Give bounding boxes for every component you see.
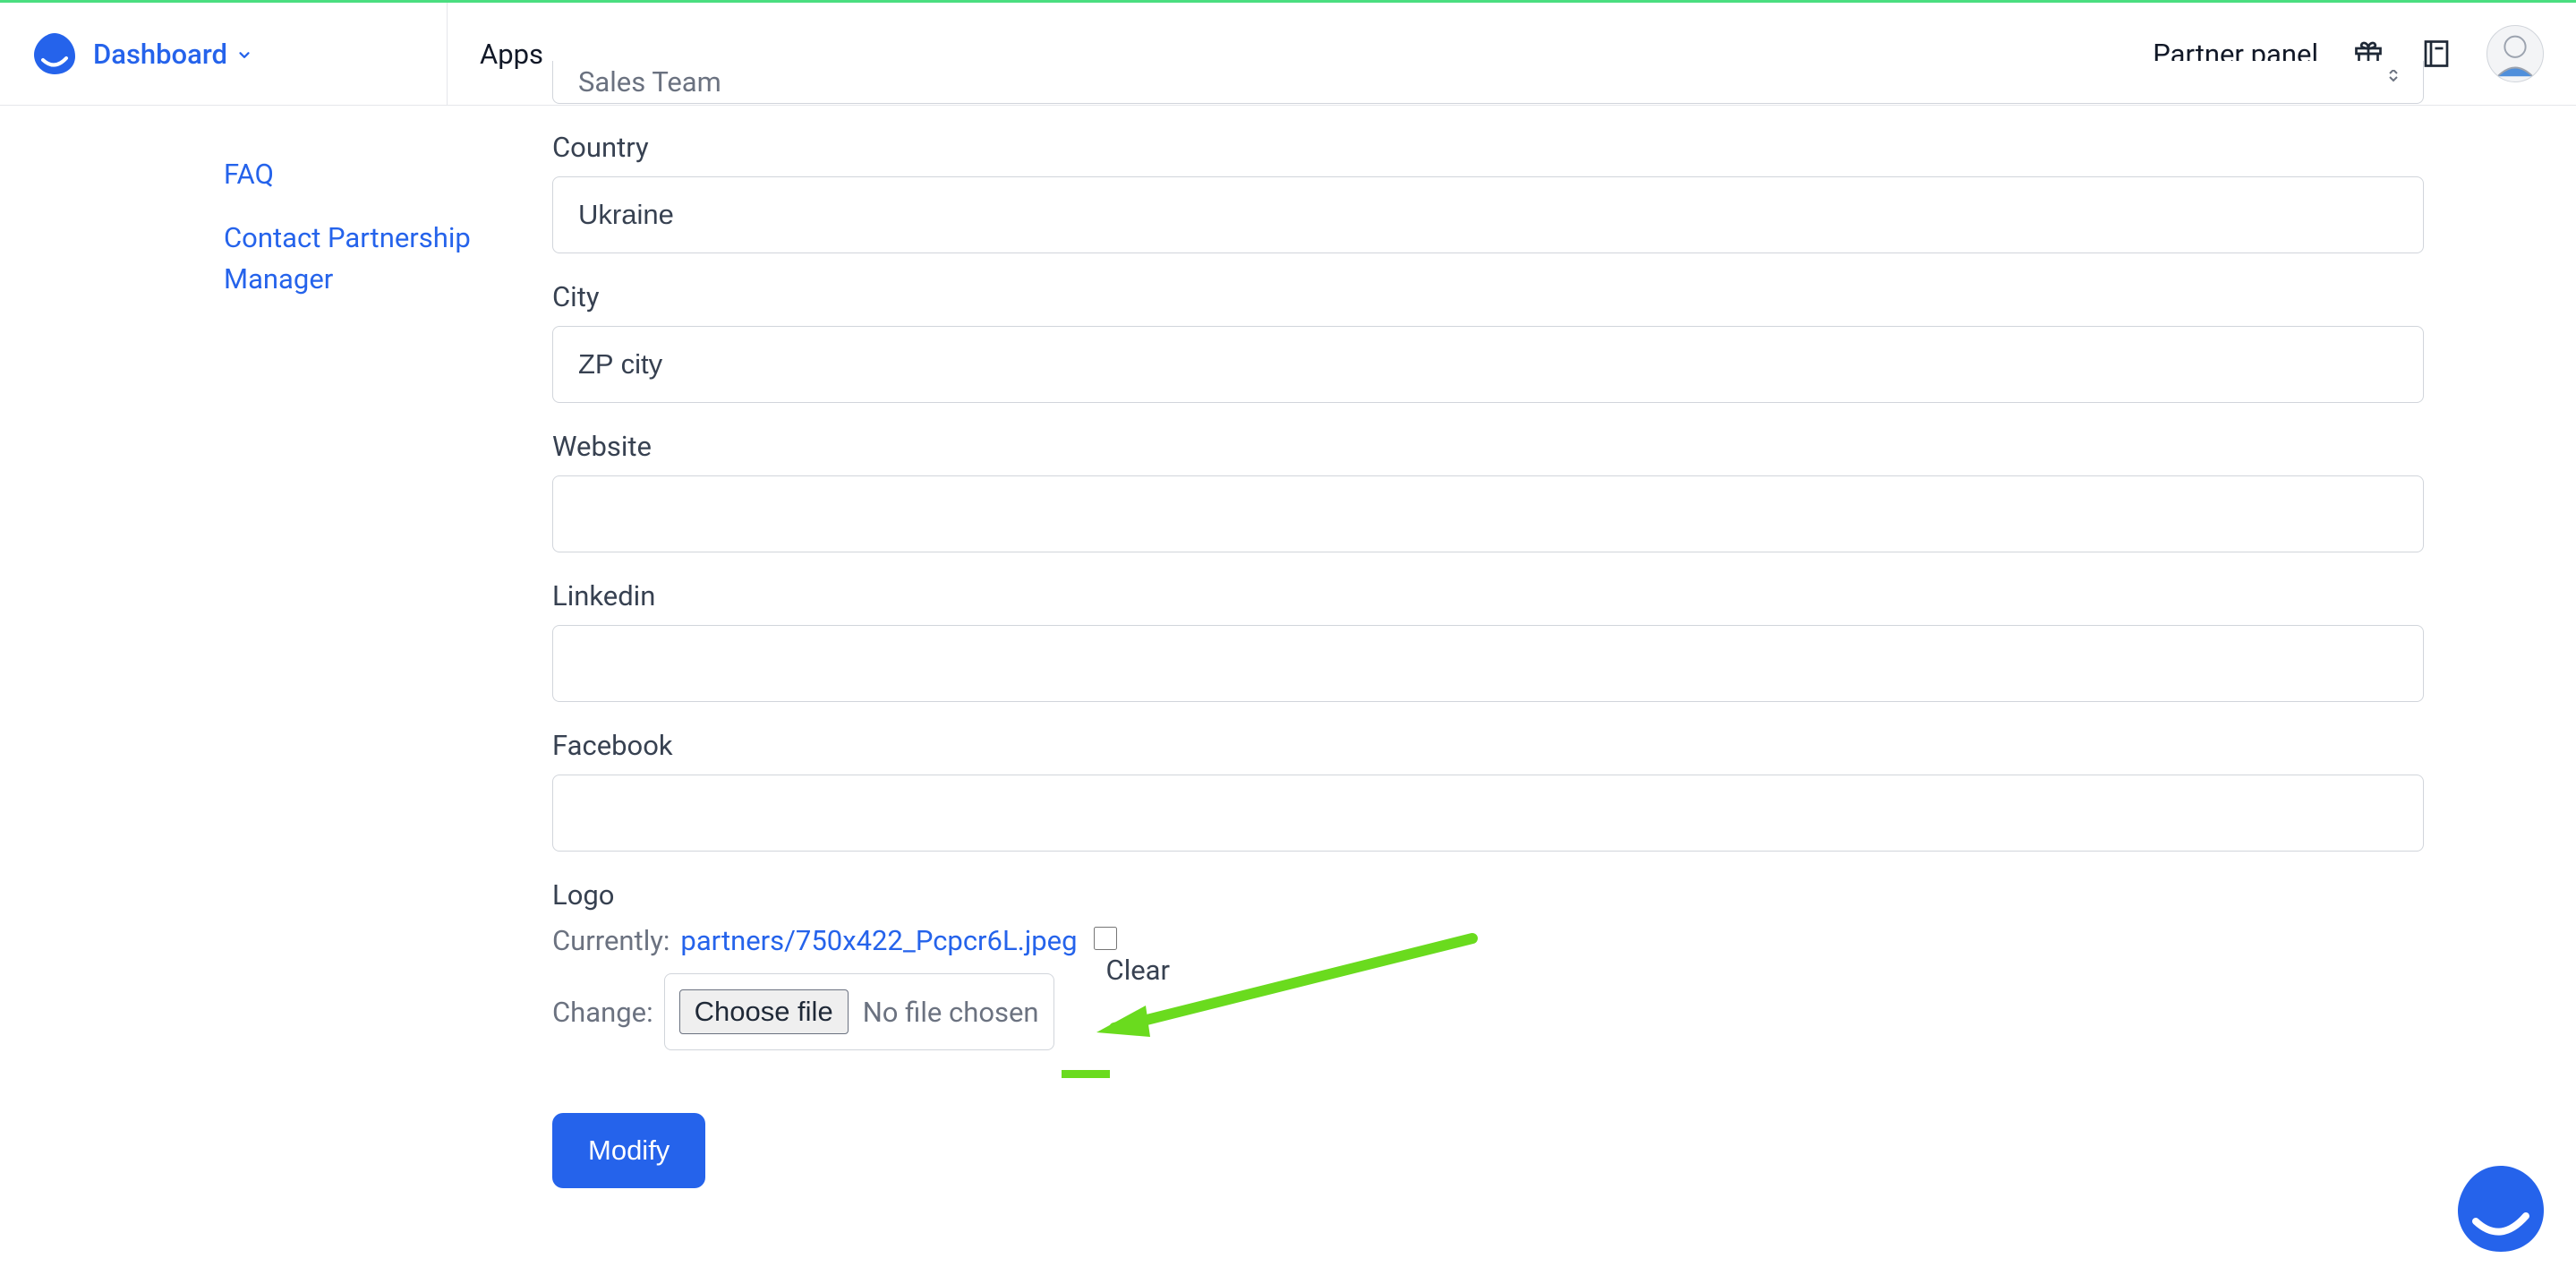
change-label: Change: [552,996,653,1029]
dashboard-dropdown[interactable]: Dashboard [93,38,252,71]
logo-currently-row: Currently: partners/750x422_Pcpcr6L.jpeg… [552,924,2424,957]
form-group-facebook: Facebook [552,729,2424,852]
choose-file-button[interactable]: Choose file [679,989,849,1034]
sidebar-item-label: Contact Partnership Manager [224,221,471,296]
clear-label: Clear [1106,954,1171,987]
currently-label: Currently: [552,924,670,957]
chevron-down-icon [236,38,252,71]
form-group-logo: Logo Currently: partners/750x422_Pcpcr6L… [552,878,2424,1050]
sidebar-item-faq[interactable]: FAQ [224,143,492,207]
city-label: City [552,280,2424,313]
sales-team-value: Sales Team [578,65,721,98]
facebook-label: Facebook [552,729,2424,762]
form-group-website: Website [552,430,2424,552]
logo-label: Logo [552,878,2424,912]
form-group-country: Country [552,131,2424,253]
sidebar: FAQ Contact Partnership Manager [224,143,492,312]
modify-button[interactable]: Modify [552,1113,705,1188]
chat-bubble-icon[interactable] [2451,1159,2551,1259]
logo-file-link[interactable]: partners/750x422_Pcpcr6L.jpeg [680,924,1077,957]
linkedin-label: Linkedin [552,579,2424,612]
form-group-linkedin: Linkedin [552,579,2424,702]
book-icon[interactable] [2418,36,2454,72]
sales-team-select-wrapper: Sales Team [552,61,2424,104]
clear-checkbox[interactable] [1094,927,1117,950]
form-group-sales-team: Sales Team [552,61,2424,104]
form-area: Sales Team Country City Website Linkedin… [552,72,2424,1188]
sales-team-select[interactable]: Sales Team [552,61,2424,104]
logo-change-row: Change: Choose file No file chosen [552,973,2424,1050]
country-input[interactable] [552,176,2424,253]
sidebar-item-contact-manager[interactable]: Contact Partnership Manager [224,207,492,312]
city-input[interactable] [552,326,2424,403]
avatar[interactable] [2486,25,2544,82]
linkedin-input[interactable] [552,625,2424,702]
apps-link[interactable]: Apps [480,38,543,71]
file-chosen-text: No file chosen [863,996,1039,1029]
website-label: Website [552,430,2424,463]
website-input[interactable] [552,475,2424,552]
sidebar-item-label: FAQ [224,158,274,191]
app-logo-icon [32,31,77,76]
dashboard-label: Dashboard [93,38,227,71]
facebook-input[interactable] [552,775,2424,852]
form-group-city: City [552,280,2424,403]
country-label: Country [552,131,2424,164]
file-input-box: Choose file No file chosen [664,973,1054,1050]
topbar-left: Dashboard [0,3,448,105]
